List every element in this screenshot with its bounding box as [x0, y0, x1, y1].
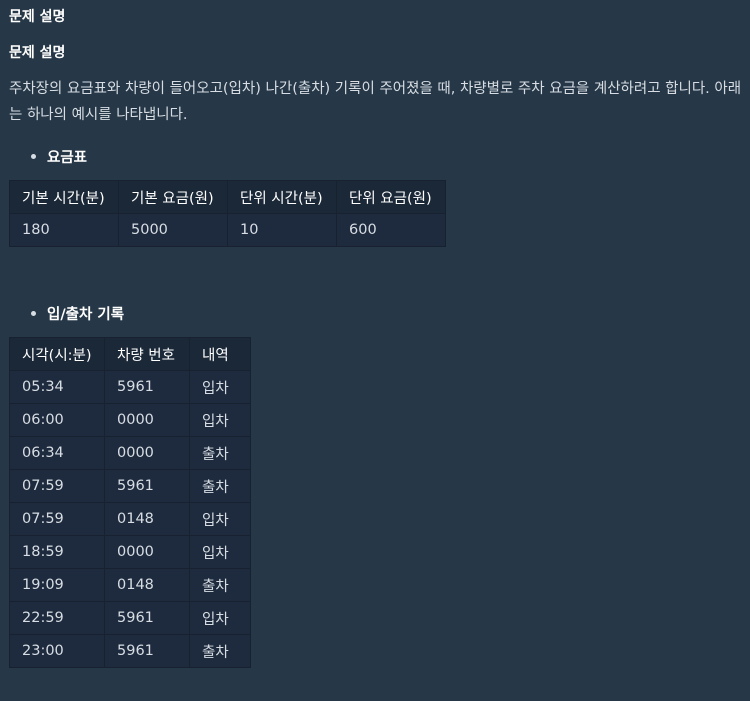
intro-paragraph: 주차장의 요금표와 차량이 들어오고(입차) 나간(출차) 기록이 주어졌을 때…: [9, 81, 742, 123]
table-row: 23:00 5961 출차: [9, 634, 251, 668]
table-row: 07:59 0148 입차: [9, 502, 251, 536]
record-history: 입차: [189, 370, 251, 404]
record-history: 입차: [189, 403, 251, 437]
record-time: 07:59: [9, 502, 105, 536]
record-time: 23:00: [9, 634, 105, 668]
record-car-number: 0148: [104, 568, 190, 602]
fee-value-unit-fee: 600: [336, 213, 446, 247]
record-header-car-number: 차량 번호: [104, 337, 190, 371]
record-car-number: 0000: [104, 535, 190, 569]
record-time: 05:34: [9, 370, 105, 404]
record-history: 출차: [189, 469, 251, 503]
record-time: 18:59: [9, 535, 105, 569]
bullet-dot-icon: [31, 311, 36, 316]
fee-value-base-fee: 5000: [118, 213, 228, 247]
record-time: 19:09: [9, 568, 105, 602]
fee-header-base-time: 기본 시간(분): [9, 180, 119, 214]
record-time: 06:34: [9, 436, 105, 470]
record-time: 06:00: [9, 403, 105, 437]
fee-table-header-row: 기본 시간(분) 기본 요금(원) 단위 시간(분) 단위 요금(원): [9, 180, 446, 214]
fee-header-base-fee: 기본 요금(원): [118, 180, 228, 214]
fee-table-bullet: 요금표: [31, 146, 87, 167]
record-table: 시각(시:분) 차량 번호 내역 05:34 5961 입차 06:00 000…: [9, 337, 251, 668]
page-title: 문제 설명: [9, 9, 66, 25]
record-history: 출차: [189, 436, 251, 470]
table-row: 07:59 5961 출차: [9, 469, 251, 503]
record-car-number: 5961: [104, 370, 190, 404]
table-row: 18:59 0000 입차: [9, 535, 251, 569]
record-table-header-row: 시각(시:분) 차량 번호 내역: [9, 337, 251, 371]
record-car-number: 0148: [104, 502, 190, 536]
table-row: 180 5000 10 600: [9, 213, 446, 247]
record-history: 입차: [189, 601, 251, 635]
record-table-bullet: 입/출차 기록: [31, 303, 124, 324]
fee-table: 기본 시간(분) 기본 요금(원) 단위 시간(분) 단위 요금(원) 180 …: [9, 180, 446, 247]
fee-header-unit-fee: 단위 요금(원): [336, 180, 446, 214]
record-table-label: 입/출차 기록: [47, 307, 125, 323]
table-row: 06:00 0000 입차: [9, 403, 251, 437]
record-car-number: 0000: [104, 403, 190, 437]
fee-value-base-time: 180: [9, 213, 119, 247]
bullet-dot-icon: [31, 154, 36, 159]
record-time: 22:59: [9, 601, 105, 635]
table-row: 22:59 5961 입차: [9, 601, 251, 635]
record-car-number: 0000: [104, 436, 190, 470]
record-car-number: 5961: [104, 601, 190, 635]
record-header-history: 내역: [189, 337, 251, 371]
record-history: 입차: [189, 535, 251, 569]
fee-table-label: 요금표: [47, 150, 88, 166]
table-row: 05:34 5961 입차: [9, 370, 251, 404]
record-car-number: 5961: [104, 634, 190, 668]
record-time: 07:59: [9, 469, 105, 503]
record-history: 출차: [189, 568, 251, 602]
record-history: 입차: [189, 502, 251, 536]
record-history: 출차: [189, 634, 251, 668]
record-header-time: 시각(시:분): [9, 337, 105, 371]
section-heading: 문제 설명: [9, 45, 66, 61]
fee-header-unit-time: 단위 시간(분): [227, 180, 337, 214]
fee-value-unit-time: 10: [227, 213, 337, 247]
table-row: 06:34 0000 출차: [9, 436, 251, 470]
record-car-number: 5961: [104, 469, 190, 503]
table-row: 19:09 0148 출차: [9, 568, 251, 602]
